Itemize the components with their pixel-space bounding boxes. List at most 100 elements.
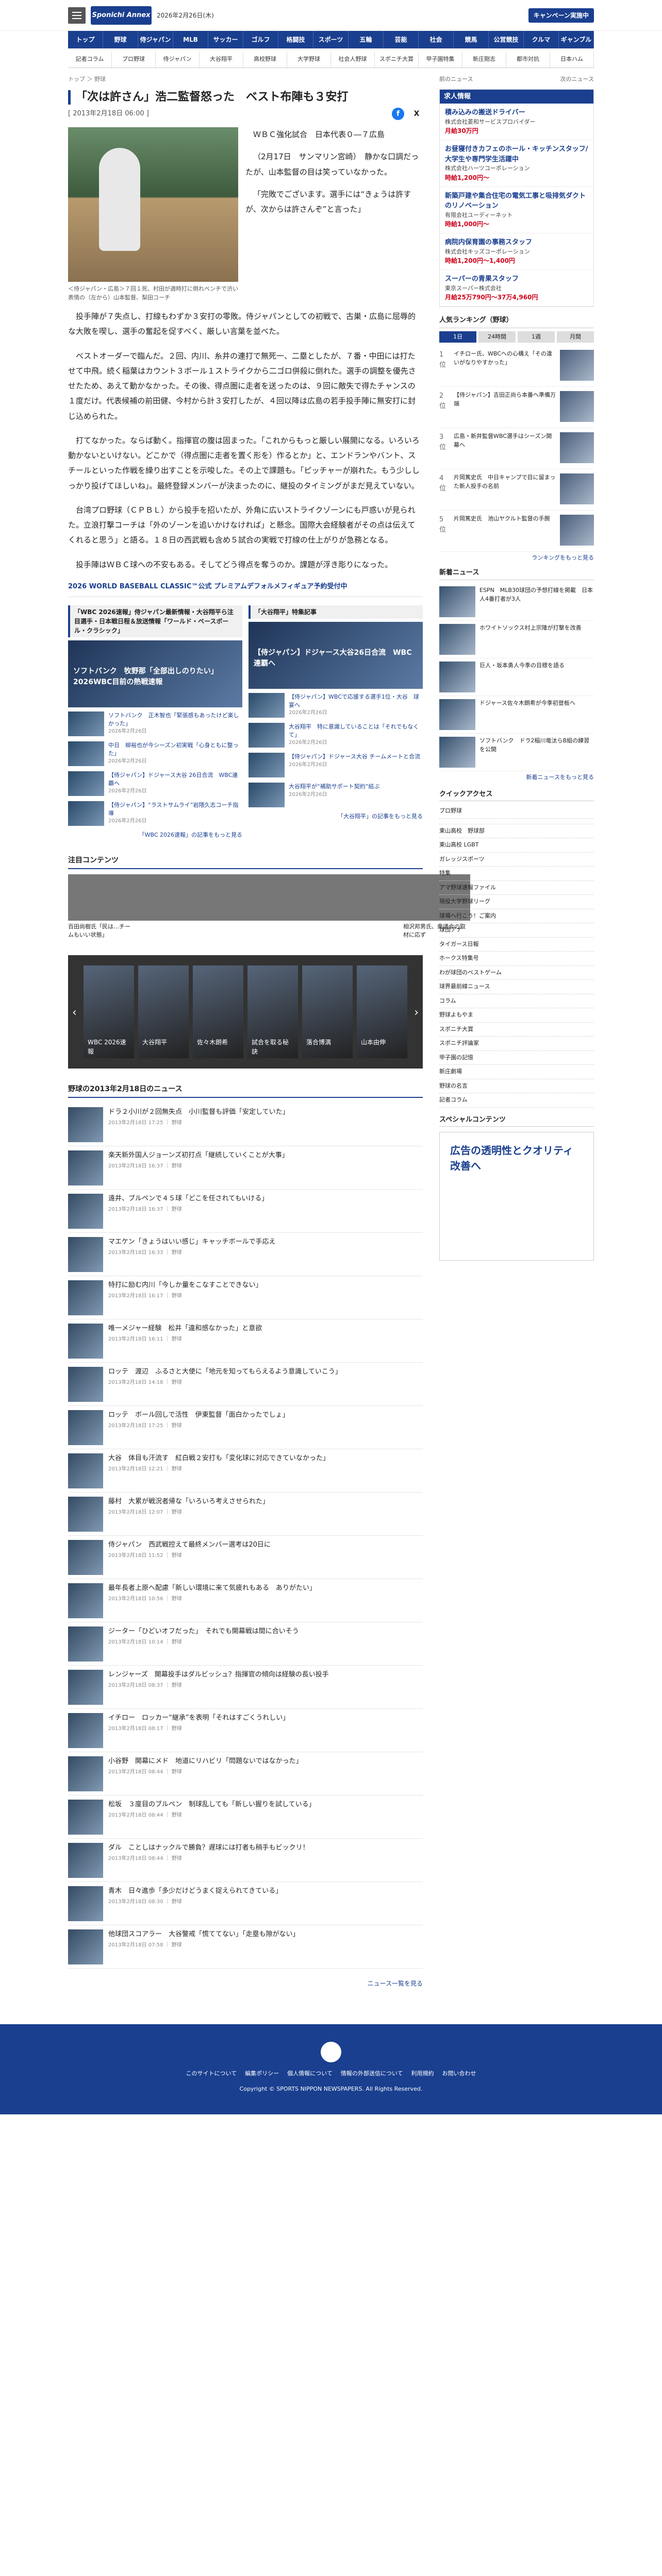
pickup-item[interactable]: 【侍ジャパン】ドジャース大谷 26日合流 WBC連覇へ 2026年2月26日 [68,771,242,796]
footer-link[interactable]: 個人情報について [287,2070,333,2078]
job-title[interactable]: 病院内保育園の事務スタッフ [445,238,588,248]
news-item-title[interactable]: 最年長者上原へ配慮「新しい環境に来て気疲れもある ありがたい」 [108,1583,316,1594]
subnav-item[interactable]: 新庄剛志 [462,52,506,67]
job-title[interactable]: スーパーの青果スタッフ [445,274,588,284]
news-thumb[interactable] [68,1323,103,1359]
nav-item[interactable]: スポーツ [313,31,349,48]
news-item-title[interactable]: ロッテ ボール回しで活性 伊東監督「面白かったでしょ」 [108,1410,289,1420]
carousel-item[interactable]: 落合博満 [302,965,353,1058]
pickup-thumb[interactable] [68,771,104,796]
chumoku-item[interactable] [202,874,269,940]
nav-item[interactable]: ギャンブル [559,31,594,48]
nav-item[interactable]: MLB [173,31,208,48]
ranking-thumb[interactable] [560,350,594,381]
carousel-item[interactable]: 試合を取る秘訣 [247,965,298,1058]
news-thumb[interactable] [68,1799,103,1835]
nav-item[interactable]: 五輪 [349,31,384,48]
x-icon[interactable]: X [410,108,423,120]
news-item-title[interactable]: マエケン「きょうはいい感じ」キャッチボールで手応え [108,1237,276,1247]
chumoku-title-text[interactable]: 百田尚樹氏「民は…チームもいい状態」 [68,923,135,940]
chumoku-item[interactable]: 百田尚樹氏「民は…チームもいい状態」 [68,874,135,940]
quick-access-item[interactable]: 特集 [439,867,594,881]
quick-access-item[interactable]: 球界最前線ニュース [439,980,594,994]
news-item-title[interactable]: 他球団スコアラー 大谷警戒「慌ててない」「走塁も隙がない」 [108,1929,300,1940]
carousel-next-icon[interactable]: › [414,1004,419,1021]
quick-access-item[interactable]: ホークス特集号 [439,952,594,966]
news-thumb[interactable] [68,1583,103,1618]
news-item[interactable]: 遠井、ブルペンで４５球「どこを任されてもいける」 2013年2月18日 16:37… [68,1190,423,1233]
news-item-title[interactable]: 青木 日々進歩「多少だけどうまく捉えられてきている」 [108,1886,282,1896]
subnav-item[interactable]: 日本ハム [550,52,594,67]
news-item[interactable]: ロッテ ボール回しで活性 伊東監督「面白かったでしょ」 2013年2月18日 17… [68,1406,423,1449]
nav-item[interactable]: 芸能 [384,31,419,48]
pickup-item-title[interactable]: 【侍ジャパン】WBCで応援する選手1位・大谷 球宴へ [289,693,423,709]
facebook-icon[interactable]: f [392,108,404,121]
news-list-more-link[interactable]: ニュース一覧を見る [68,1979,423,1988]
news-thumb[interactable] [68,1193,103,1229]
chumoku-image[interactable] [336,874,403,921]
quick-access-item[interactable]: 球団アナ [439,923,594,938]
news-item[interactable]: 大谷 体目も汗流す 紅白戦２安打も「変化球に対応できていなかった」 2013年2月… [68,1449,423,1493]
site-logo[interactable]: Sponichi Annex [91,6,152,25]
ranking-title-text[interactable]: 広島・新井監督WBC選手はシーズン開幕へ [454,432,556,465]
ranking-tab[interactable]: 1週 [518,331,555,343]
ranking-title-text[interactable]: 【侍ジャパン】吉田正尚ら本番へ準備万端 [454,391,556,423]
news-thumb[interactable] [68,1236,103,1272]
chumoku-image[interactable] [135,874,202,921]
article-photo[interactable] [68,127,238,282]
footer-link[interactable]: お問い合わせ [442,2070,476,2078]
ranking-title-text[interactable]: 片岡篤史氏 中日キャンプで目に留まった新人投手の名前 [454,473,556,506]
footer-link[interactable]: 編集ポリシー [245,2070,279,2078]
subnav-item[interactable]: スポニチ大賞 [375,52,419,67]
news-thumb[interactable] [68,1453,103,1488]
subnav-item[interactable]: 記者コラム [68,52,112,67]
nav-item[interactable]: トップ [68,31,103,48]
job-title[interactable]: 積み込みの搬送ドライバー [445,108,588,118]
nav-item[interactable]: 野球 [103,31,138,48]
news-item[interactable]: 侍ジャパン 西武戦控えて最終メンバー選考は20日に 2013年2月18日 11:5… [68,1536,423,1579]
new-news-title[interactable]: ソフトバンク ドラ2稲川竜汰らB組の練習を公開 [479,737,594,768]
news-item-title[interactable]: 小谷野 開幕にメド 地道にリハビリ「問題ないではなかった」 [108,1756,303,1767]
quick-access-item[interactable]: プロ野球 [439,804,594,819]
new-news-thumb[interactable] [439,737,475,768]
news-thumb[interactable] [68,1886,103,1921]
quick-access-item[interactable]: 記者コラム [439,1093,594,1108]
next-news-link[interactable]: 次のニュース [560,75,594,84]
pickup-item-title[interactable]: 【侍ジャパン】“ラストサムライ”岩隈久志コーチ指導 [108,801,242,817]
news-item-title[interactable]: 大谷 体目も汗流す 紅白戦２安打も「変化球に対応できていなかった」 [108,1453,329,1464]
quick-access-item[interactable]: 甲子園の記憶 [439,1051,594,1065]
news-item-title[interactable]: 楽天新外国人ジョーンズ初打点「継続していくことが大事」 [108,1150,289,1161]
carousel-item[interactable]: 佐々木朗希 [193,965,243,1058]
pickup-item-title[interactable]: 大谷翔平が“補助サポート契約”結ぶ [289,783,379,790]
ranking-thumb[interactable] [560,473,594,504]
new-news-title[interactable]: 巨人・坂本勇人今季の目標を語る [479,662,565,692]
news-item-title[interactable]: ドラ２小川が２回無失点 小川監督も評価「安定していた」 [108,1107,289,1117]
news-item[interactable]: ダル ことしはナックルで勝負？遅球には打者も稍手もビックリ！ 2013年2月18日… [68,1839,423,1882]
news-item[interactable]: 松坂 ３度目のブルペン 制球乱しても「新しい握りを試している」 2013年2月18… [68,1795,423,1839]
pickup-thumb[interactable] [249,783,285,808]
news-thumb[interactable] [68,1842,103,1878]
news-thumb[interactable] [68,1929,103,1964]
pickup-item-title[interactable]: 中日 柳裕也が今シーズン初実戦「心身ともに整った」 [108,741,242,757]
subnav-item[interactable]: 都市対抗 [506,52,550,67]
job-item[interactable]: 新築戸建や集合住宅の電気工事と吸排気ダクトのリノベーション 有限会社ユーディーネッ… [440,187,593,233]
quick-access-item[interactable]: 球場へ行こう！ご案内 [439,909,594,923]
pickup-item-title[interactable]: 大谷翔平 特に意識していることは「それでもなくて」 [289,723,423,739]
ranking-item[interactable]: 1位 イチロー氏、WBCへの心構え「その違いがなりやすかった」 [439,346,594,387]
job-item[interactable]: 病院内保育園の事務スタッフ 株式会社キッズコーポレーション 時給1,200円〜1,4… [440,233,593,270]
quick-access-item[interactable]: 東山高校 野球部 [439,824,594,838]
news-thumb[interactable] [68,1756,103,1791]
new-news-thumb[interactable] [439,699,475,730]
news-item[interactable]: ジーター「ひどいオフだった」 それでも開幕戦は間に合いそう 2013年2月18日 … [68,1622,423,1666]
news-item[interactable]: 楽天新外国人ジョーンズ初打点「継続していくことが大事」 2013年2月18日 16… [68,1146,423,1190]
new-news-item[interactable]: 巨人・坂本勇人今季の目標を語る [439,658,594,696]
subnav-item[interactable]: 社会人野球 [331,52,375,67]
chumoku-image[interactable] [269,874,336,921]
news-item[interactable]: ロッテ 渡辺 ふるさと大使に「地元を知ってもらえるよう意識していこう」 2013年… [68,1363,423,1406]
news-thumb[interactable] [68,1626,103,1662]
pickup-main-story[interactable]: 【侍ジャパン】ドジャース大谷26日合流 WBC連覇へ [249,622,423,689]
ranking-item[interactable]: 2位 【侍ジャパン】吉田正尚ら本番へ準備万端 [439,387,594,428]
pickup-item-title[interactable]: 【侍ジャパン】ドジャース大谷 チームメートと合流 [289,753,420,760]
new-news-thumb[interactable] [439,586,475,617]
quick-access-item[interactable]: アマ野球速報ファイル [439,881,594,895]
